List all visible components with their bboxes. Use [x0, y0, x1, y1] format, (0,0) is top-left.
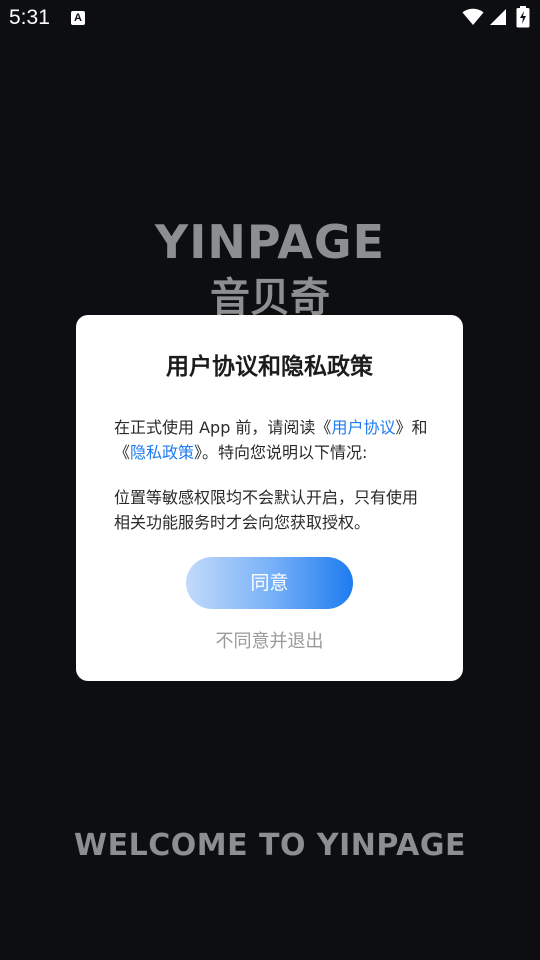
disagree-exit-button[interactable]: 不同意并退出	[76, 628, 463, 656]
battery-icon	[516, 6, 530, 28]
dialog-intro-text: 在正式使用 App 前，请阅读《用户协议》和《隐私政策》。特向您说明以下情况:	[114, 415, 430, 465]
privacy-policy-link[interactable]: 隐私政策	[130, 443, 194, 462]
status-bar: 5:31 A	[0, 0, 540, 38]
wifi-icon	[462, 8, 484, 25]
status-time: 5:31	[9, 6, 50, 29]
dialog-permission-text: 位置等敏感权限均不会默认开启，只有使用相关功能服务时才会向您获取授权。	[114, 488, 419, 532]
splash-screen: 5:31 A YINPAGE 音贝奇 用户协议和隐私政策 在正式使用 App 前…	[0, 0, 540, 960]
notification-a-icon: A	[71, 11, 85, 25]
intro-text-post: 》。特向您说明以下情况:	[194, 443, 368, 462]
welcome-text: WELCOME TO YINPAGE	[74, 828, 466, 863]
dialog-title: 用户协议和隐私政策	[166, 354, 373, 380]
brand-logo: YINPAGE	[154, 215, 386, 269]
privacy-dialog: 用户协议和隐私政策 在正式使用 App 前，请阅读《用户协议》和《隐私政策》。特…	[76, 315, 463, 681]
agree-button[interactable]: 同意	[186, 557, 353, 609]
intro-text-pre: 在正式使用 App 前，请阅读《	[114, 418, 332, 437]
signal-icon	[490, 9, 506, 25]
user-agreement-link[interactable]: 用户协议	[331, 418, 395, 437]
